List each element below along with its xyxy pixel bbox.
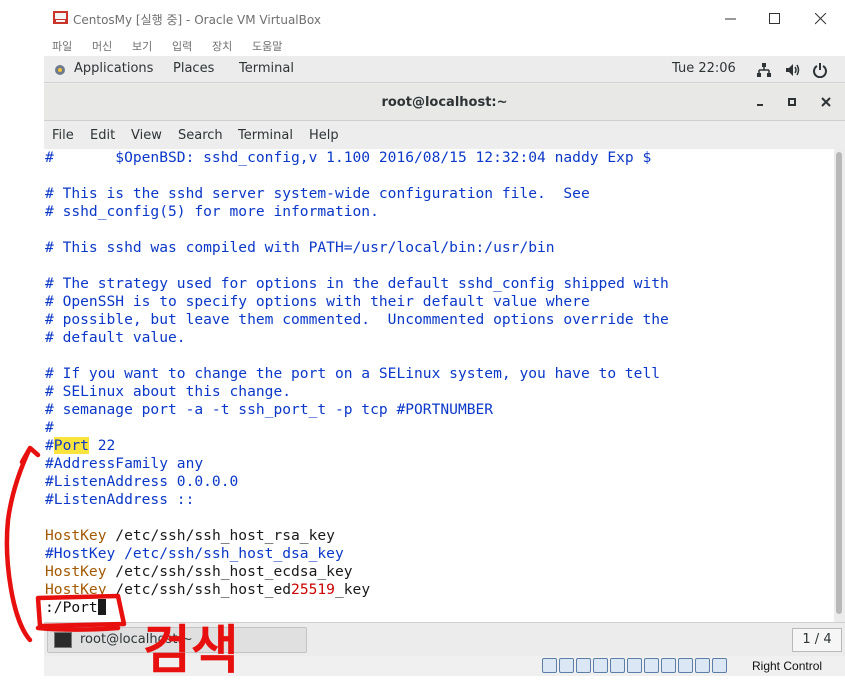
file-line: # OpenSSH is to specify options with the… [45,293,590,310]
hostkey-path: /etc/ssh/ssh_host_rsa_key [106,527,335,544]
virtualbox-app-icon [53,11,68,24]
hostkey-line: HostKey /etc/ssh/ssh_host_ecdsa_key [45,563,353,581]
terminal-icon [54,632,72,648]
minimize-button[interactable] [709,6,753,32]
menu-input[interactable]: 입력 [172,38,192,54]
terminal-menu-terminal[interactable]: Terminal [238,128,293,143]
vim-command-line[interactable]: :/Port [45,599,106,617]
text-cursor [97,599,106,615]
port-line: #Port 22 [45,437,115,455]
applications-menu[interactable]: Applications [74,61,153,76]
file-line: #ListenAddress :: [45,491,195,508]
volume-icon[interactable] [784,62,800,78]
scrollbar-thumb[interactable] [836,152,842,614]
file-line: # This is the sshd server system-wide co… [45,185,590,202]
applications-icon [55,65,65,75]
file-line: # The strategy used for options in the d… [45,275,669,292]
file-line: #HostKey /etc/ssh/ssh_host_dsa_key [45,545,344,562]
power-icon[interactable] [812,62,828,78]
menu-file[interactable]: 파일 [52,38,72,54]
hostkey-suffix: _key [334,581,371,598]
menu-devices[interactable]: 장치 [212,38,232,54]
hostkey-path: /etc/ssh/ssh_host_ed [106,581,292,598]
close-icon[interactable] [818,94,834,110]
terminal-menu-file[interactable]: File [52,128,74,143]
minimize-icon[interactable] [752,94,768,110]
hostkey-keyword: HostKey [45,563,107,580]
file-line: # sshd_config(5) for more information. [45,203,379,220]
gnome-top-bar: Applications Places Terminal Tue 22:06 [44,56,845,83]
cpu-icon[interactable] [678,658,693,673]
hostkey-keyword: HostKey [45,527,107,544]
hostkey-keyword: HostKey [45,581,107,598]
optical-drive-icon[interactable] [559,658,574,673]
status-icons [542,658,727,674]
maximize-icon[interactable] [784,94,800,110]
maximize-icon [769,13,780,24]
taskbar-label: root@localhost:~ [80,632,193,647]
file-line: # If you want to change the port on a SE… [45,365,661,382]
network-icon[interactable] [756,62,772,78]
port-hash: # [45,437,54,454]
file-line: # $OpenBSD: sshd_config,v 1.100 2016/08/… [45,149,652,166]
file-line: # This sshd was compiled with PATH=/usr/… [45,239,555,256]
maximize-button[interactable] [753,6,797,32]
taskbar-terminal-button[interactable]: root@localhost:~ [47,627,307,653]
menu-view[interactable]: 보기 [132,38,152,54]
terminal-content[interactable]: # $OpenBSD: sshd_config,v 1.100 2016/08/… [44,149,834,622]
host-key-label: Right Control [752,659,823,673]
file-line: #AddressFamily any [45,455,204,472]
terminal-menu-edit[interactable]: Edit [90,128,115,143]
places-menu[interactable]: Places [173,61,214,76]
annotation-arrow [4,445,41,643]
close-icon [815,13,827,25]
file-line: # semanage port -a -t ssh_port_t -p tcp … [45,401,494,418]
gnome-window-list: root@localhost:~ 1 / 4 [44,622,845,656]
search-command: :/Port [45,599,98,616]
file-line: # possible, but leave them commented. Un… [45,311,669,328]
clock[interactable]: Tue 22:06 [672,61,736,76]
terminal-menu-view[interactable]: View [131,128,162,143]
hostkey-number: 25519 [291,581,335,598]
shared-folder-icon[interactable] [627,658,642,673]
terminal-app-menu[interactable]: Terminal [239,61,294,76]
terminal-menu-search[interactable]: Search [178,128,223,143]
file-line: # [45,419,54,436]
audio-icon[interactable] [576,658,591,673]
workspace-pager[interactable]: 1 / 4 [792,628,842,652]
window-title: CentosMy [실행 중] - Oracle VM VirtualBox [73,13,321,27]
file-line: # default value. [45,329,186,346]
file-line: # SELinux about this change. [45,383,292,400]
network-adapter-icon[interactable] [593,658,608,673]
vbox-menubar: 파일 머신 보기 입력 장치 도움말 [44,36,845,56]
search-match-port: Port [53,437,89,454]
port-value: 22 [88,437,116,454]
usb-icon[interactable] [610,658,625,673]
terminal-menu-help[interactable]: Help [309,128,339,143]
terminal-title: root@localhost:~ [381,95,508,110]
hostkey-line: HostKey /etc/ssh/ssh_host_ed25519_key [45,581,370,599]
hostkey-line: HostKey /etc/ssh/ssh_host_rsa_key [45,527,335,545]
terminal-scrollbar[interactable] [834,149,845,622]
hostkey-path: /etc/ssh/ssh_host_ecdsa_key [106,563,353,580]
menu-machine[interactable]: 머신 [92,38,112,54]
display-icon[interactable] [644,658,659,673]
mouse-integration-icon[interactable] [695,658,710,673]
hard-disk-icon[interactable] [542,658,557,673]
close-button[interactable] [799,6,843,32]
minimize-icon [725,18,736,20]
terminal-headerbar: root@localhost:~ [44,84,845,121]
guest-screen: Applications Places Terminal Tue 22:06 r… [44,56,845,656]
vbox-titlebar: CentosMy [실행 중] - Oracle VM VirtualBox [44,0,845,36]
file-line: #ListenAddress 0.0.0.0 [45,473,239,490]
terminal-menubar: File Edit View Search Terminal Help [44,122,845,149]
recording-icon[interactable] [661,658,676,673]
vbox-statusbar: Right Control [44,656,845,676]
keyboard-icon[interactable] [712,658,727,673]
menu-help[interactable]: 도움말 [252,38,282,54]
